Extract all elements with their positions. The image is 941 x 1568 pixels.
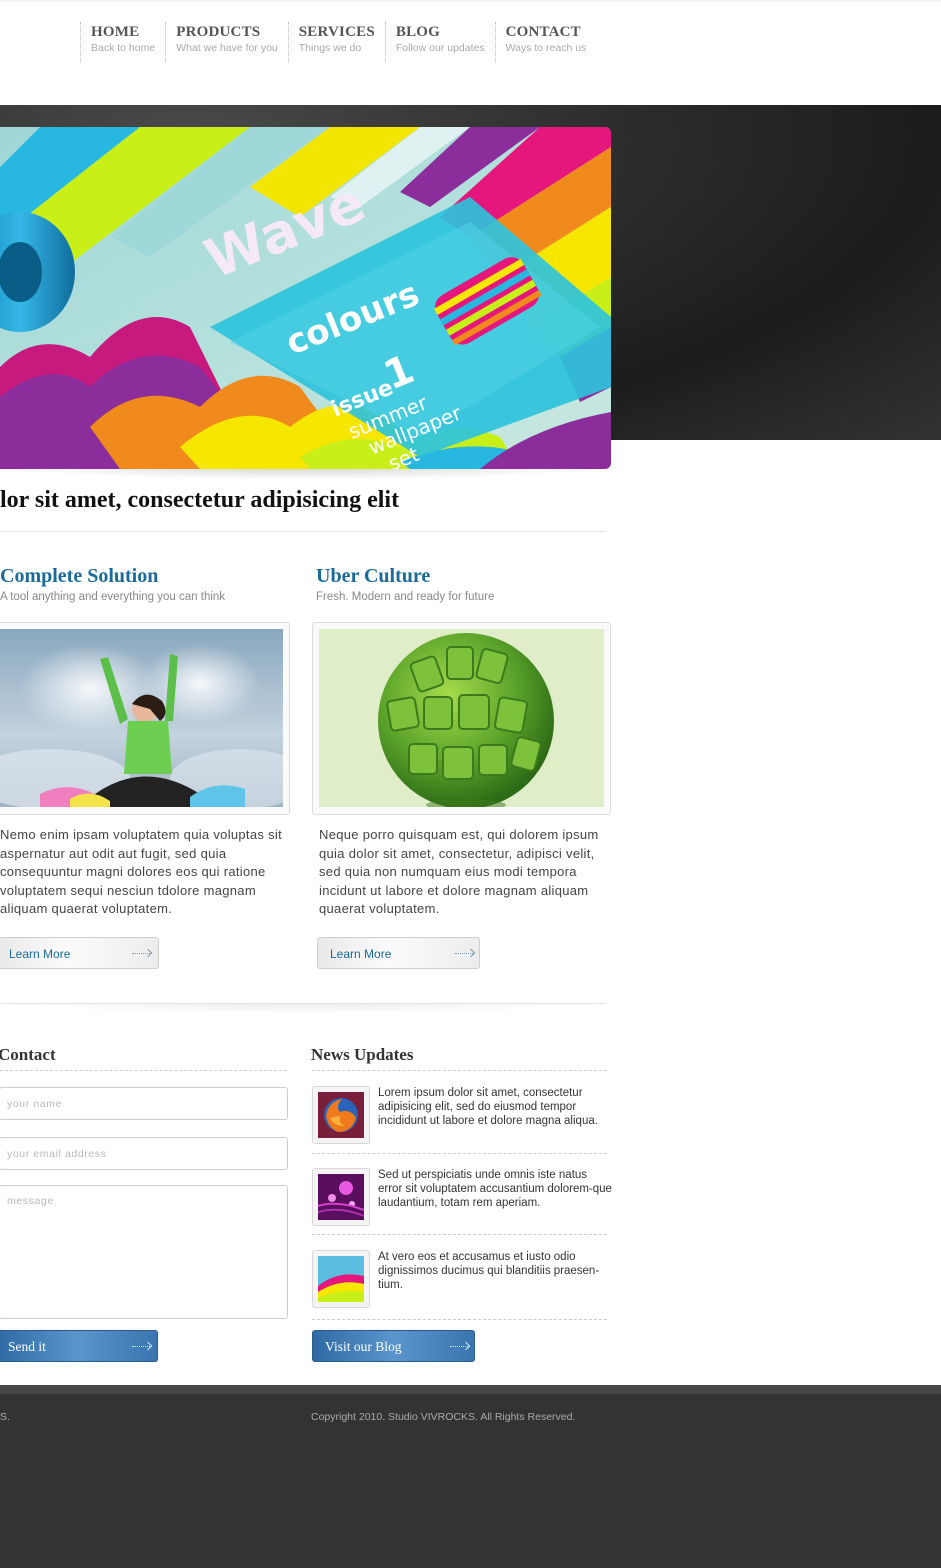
dancer-photo xyxy=(0,629,283,807)
nav-item-products[interactable]: PRODUCTS What we have for you xyxy=(165,22,288,62)
button-label: Send it xyxy=(8,1339,46,1354)
dashed-divider xyxy=(312,1153,607,1154)
nav-item-blog[interactable]: BLOG Follow our updates xyxy=(384,22,495,62)
green-sphere-image xyxy=(319,629,604,807)
nav-title: CONTACT xyxy=(505,24,581,40)
colorful-waves-icon xyxy=(318,1256,364,1302)
button-label: Visit our Blog xyxy=(325,1339,402,1354)
nav-title: HOME xyxy=(91,24,140,40)
news-item[interactable]: Sed ut perspiciatis unde omnis iste natu… xyxy=(312,1168,612,1230)
dashed-divider xyxy=(0,1070,287,1071)
nav-subtitle: What we have for you xyxy=(176,42,278,54)
nav-subtitle: Things we do xyxy=(298,42,362,54)
firefox-icon xyxy=(318,1092,364,1138)
feature-image-green-sphere[interactable] xyxy=(319,629,604,807)
visit-blog-button[interactable]: Visit our Blog xyxy=(312,1330,475,1362)
news-thumbnail xyxy=(312,1086,370,1144)
learn-more-button[interactable]: Learn More xyxy=(0,937,159,969)
feature-subtitle: Fresh. Modern and ready for future xyxy=(316,591,495,603)
nav-title: SERVICES xyxy=(298,24,375,40)
nav-title: BLOG xyxy=(395,24,441,40)
footer-left-text: S. xyxy=(0,1411,10,1423)
footer: S. Copyright 2010. Studio VIVROCKS. All … xyxy=(0,1394,941,1568)
learn-more-button[interactable]: Learn More xyxy=(317,937,480,969)
feature-subtitle: A tool anything and everything you can t… xyxy=(0,591,226,603)
nav-subtitle: Follow our updates xyxy=(395,42,485,54)
nav-item-services[interactable]: SERVICES Things we do xyxy=(287,22,385,62)
feature-description: Neque porro quisquam est, qui dolorem ip… xyxy=(319,827,599,916)
news-thumbnail xyxy=(312,1250,370,1308)
hero-banner[interactable]: Wave colours issue 1 summer wallpaper se… xyxy=(0,127,611,469)
name-input[interactable] xyxy=(0,1087,288,1120)
news-item[interactable]: At vero eos et accusamus et iusto odio d… xyxy=(312,1250,612,1312)
message-textarea[interactable] xyxy=(0,1185,288,1319)
contact-title: Contact xyxy=(0,1045,56,1064)
dashed-divider xyxy=(312,1319,607,1320)
button-label: Learn More xyxy=(9,947,71,961)
feature-title: Uber Culture xyxy=(316,565,431,587)
hero-artwork: Wave colours issue 1 summer wallpaper se… xyxy=(0,127,611,469)
main-nav: HOME Back to home PRODUCTS What we have … xyxy=(80,22,596,62)
email-input[interactable] xyxy=(0,1137,288,1170)
page-headline: lor sit amet, consectetur adipisicing el… xyxy=(0,487,400,513)
news-item[interactable]: Lorem ipsum dolor sit amet, consectetur … xyxy=(312,1086,612,1148)
news-text: At vero eos et accusamus et iusto odio d… xyxy=(378,1251,600,1291)
news-text: Lorem ipsum dolor sit amet, consectetur … xyxy=(378,1087,598,1127)
feature-description: Nemo enim ipsam voluptatem quia voluptas… xyxy=(0,827,282,916)
divider xyxy=(0,531,606,532)
dashed-divider xyxy=(312,1234,607,1235)
arrow-right-icon xyxy=(132,1346,150,1347)
arrow-right-icon xyxy=(455,953,473,954)
news-text: Sed ut perspiciatis unde omnis iste natu… xyxy=(378,1169,612,1209)
arrow-right-icon xyxy=(132,953,150,954)
feature-title: Complete Solution xyxy=(0,565,159,587)
news-title: News Updates xyxy=(311,1045,414,1064)
nav-subtitle: Back to home xyxy=(91,42,156,54)
button-label: Learn More xyxy=(330,947,392,961)
nav-subtitle: Ways to reach us xyxy=(505,42,587,54)
top-line xyxy=(0,0,941,3)
feature-image-dancer[interactable] xyxy=(0,629,283,807)
nav-item-contact[interactable]: CONTACT Ways to reach us xyxy=(494,22,597,62)
nav-title: PRODUCTS xyxy=(176,24,261,40)
footer-top-strip xyxy=(0,1385,941,1394)
send-button[interactable]: Send it xyxy=(0,1330,158,1362)
news-thumbnail xyxy=(312,1168,370,1226)
dashed-divider xyxy=(312,1070,607,1071)
nav-item-home[interactable]: HOME Back to home xyxy=(80,22,165,62)
footer-copyright: Copyright 2010. Studio VIVROCKS. All Rig… xyxy=(311,1411,576,1423)
arrow-right-icon xyxy=(450,1346,468,1347)
purple-bubbles-icon xyxy=(318,1174,364,1220)
divider-shadow xyxy=(0,1004,606,1014)
